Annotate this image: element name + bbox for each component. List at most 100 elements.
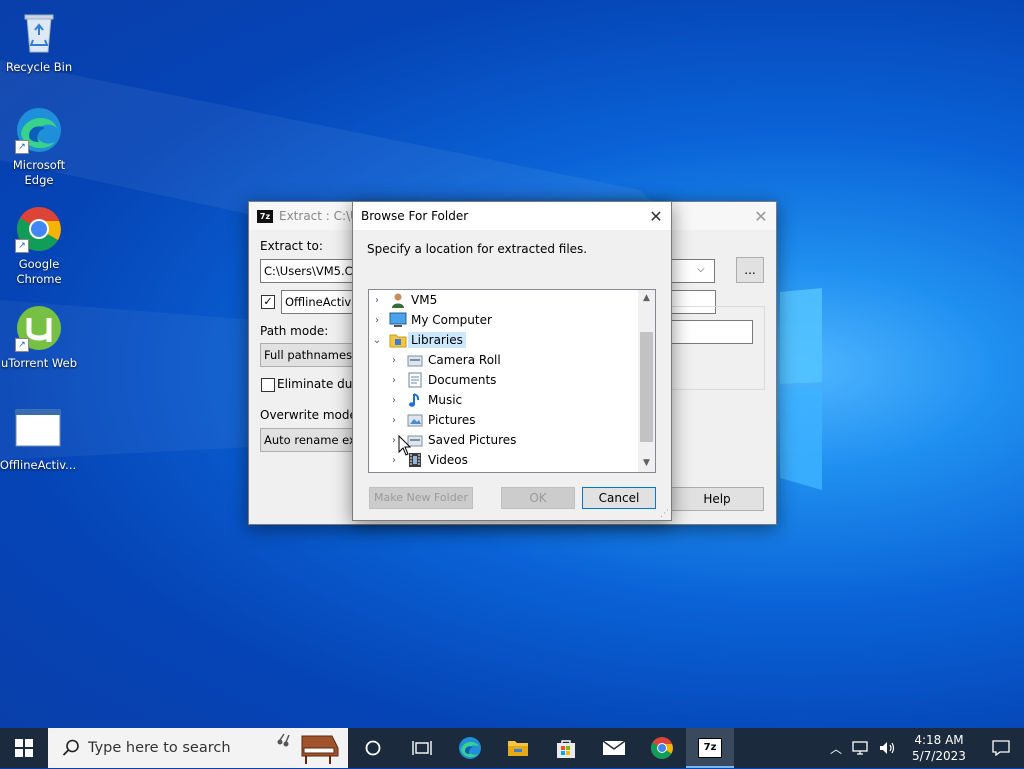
tree-item-my-computer[interactable]: › My Computer	[369, 310, 492, 330]
scrollbar-thumb[interactable]	[640, 332, 653, 442]
desktop-icon-label: uTorrent Web	[1, 356, 77, 370]
libraries-folder-icon	[389, 332, 407, 348]
tree-item-label: Saved Pictures	[428, 433, 517, 447]
user-icon	[389, 292, 407, 308]
tree-item-label: Libraries	[408, 332, 466, 348]
windows-logo-icon	[15, 739, 33, 757]
tree-item-camera-roll[interactable]: › Camera Roll	[388, 350, 501, 370]
chevron-right-icon[interactable]: ›	[371, 315, 383, 326]
desktop-icon-offlineactivation[interactable]: OfflineActiv...	[0, 406, 78, 473]
shortcut-arrow-icon: ↗	[15, 338, 29, 352]
tree-item-pictures[interactable]: › Pictures	[388, 410, 476, 430]
chrome-icon: ↗	[15, 205, 63, 253]
taskbar: Type here to search 7z ︿ 4:18 AM 5/7/202…	[0, 728, 1024, 768]
blank-file-icon	[14, 406, 62, 454]
desktop-icon-chrome[interactable]: ↗ Google Chrome	[0, 205, 79, 287]
path-mode-label: Path mode:	[260, 324, 329, 338]
7zip-icon: 7z	[257, 209, 273, 223]
taskbar-7zip[interactable]: 7z	[686, 728, 734, 768]
extract-to-label: Extract to:	[260, 239, 323, 253]
shortcut-arrow-icon: ↗	[15, 239, 29, 253]
taskbar-store[interactable]	[542, 728, 590, 768]
tree-item-documents[interactable]: › Documents	[388, 370, 496, 390]
close-icon[interactable]: ✕	[641, 202, 671, 230]
overwrite-mode-label: Overwrite mode:	[260, 408, 361, 422]
desktop-icon-utorrent[interactable]: ↗ uTorrent Web	[0, 304, 79, 371]
start-button[interactable]	[0, 728, 48, 768]
chevron-right-icon[interactable]: ›	[371, 295, 383, 306]
chevron-right-icon[interactable]: ›	[388, 355, 400, 366]
chevron-right-icon[interactable]: ›	[388, 415, 400, 426]
taskbar-edge[interactable]	[446, 728, 494, 768]
chevron-right-icon[interactable]: ›	[388, 375, 400, 386]
search-placeholder: Type here to search	[88, 740, 231, 756]
shortcut-arrow-icon: ↗	[15, 140, 29, 154]
help-button[interactable]: Help	[670, 487, 764, 511]
system-tray: ︿ 4:18 AM 5/7/2023	[824, 728, 1024, 768]
tree-item-label: Documents	[428, 373, 497, 387]
scroll-down-icon[interactable]: ▼	[638, 455, 655, 472]
network-icon[interactable]	[852, 740, 870, 756]
chevron-up-icon[interactable]: ︿	[824, 740, 848, 757]
resize-grip-icon[interactable]: ⋰	[660, 509, 669, 519]
recycle-bin-icon	[15, 8, 63, 56]
scroll-up-icon[interactable]: ▲	[638, 290, 655, 307]
taskbar-file-explorer[interactable]	[494, 728, 542, 768]
chevron-down-icon[interactable]: ⌄	[371, 335, 383, 346]
browse-for-folder-dialog: Browse For Folder ✕ Specify a location f…	[352, 201, 672, 521]
chrome-icon	[651, 737, 673, 759]
cortana-button[interactable]	[348, 728, 398, 768]
browse-titlebar: Browse For Folder ✕	[353, 202, 671, 230]
browse-instruction: Specify a location for extracted files.	[367, 242, 588, 256]
clock-time: 4:18 AM	[914, 733, 964, 747]
tree-item-label: Videos	[428, 453, 468, 467]
tree-item-music[interactable]: › Music	[388, 390, 462, 410]
close-icon[interactable]: ✕	[746, 202, 776, 230]
tree-item-label: Pictures	[428, 413, 476, 427]
subfolder-checkbox[interactable]: ✓	[261, 295, 275, 309]
notification-icon	[992, 740, 1010, 756]
tree-item-label: VM5	[411, 293, 438, 307]
tree-scrollbar[interactable]: ▲ ▼	[638, 290, 655, 472]
browse-title: Browse For Folder	[361, 209, 469, 223]
task-view-button[interactable]	[398, 728, 446, 768]
make-new-folder-button[interactable]: Make New Folder	[369, 487, 473, 509]
tree-item-label: Camera Roll	[428, 353, 501, 367]
mail-icon	[602, 740, 626, 755]
ok-button[interactable]: OK	[501, 487, 575, 509]
music-icon	[406, 392, 424, 408]
mouse-cursor-icon	[398, 435, 412, 456]
chevron-right-icon[interactable]: ›	[388, 395, 400, 406]
eliminate-duplicates-checkbox[interactable]	[261, 378, 275, 392]
documents-icon	[406, 372, 424, 388]
desktop-icon-label: OfflineActiv...	[0, 458, 77, 472]
clock-date: 5/7/2023	[912, 749, 966, 763]
task-view-icon	[412, 741, 432, 755]
taskbar-mail[interactable]	[590, 728, 638, 768]
password-group	[667, 306, 765, 390]
clock[interactable]: 4:18 AM 5/7/2023	[900, 732, 978, 764]
desktop-icon-edge[interactable]: ↗ Microsoft Edge	[0, 106, 79, 188]
desktop-icon-recycle-bin[interactable]: Recycle Bin	[0, 8, 79, 75]
desktop-icon-label: Microsoft Edge	[12, 158, 66, 187]
taskbar-search-box[interactable]: Type here to search	[48, 728, 348, 768]
notification-button[interactable]	[978, 728, 1024, 768]
edge-icon: ↗	[15, 106, 63, 154]
volume-icon[interactable]	[878, 740, 896, 756]
piano-icon	[272, 730, 344, 766]
taskbar-chrome[interactable]	[638, 728, 686, 768]
cancel-button[interactable]: Cancel	[582, 487, 656, 509]
browse-button[interactable]: ...	[736, 257, 764, 283]
chevron-down-icon[interactable]: ⌵	[697, 264, 705, 275]
computer-icon	[389, 312, 407, 328]
library-icon	[406, 352, 424, 368]
tree-item-vm5[interactable]: › VM5	[369, 290, 437, 310]
desktop-icon-label: Recycle Bin	[5, 60, 73, 74]
cortana-icon	[365, 740, 381, 756]
file-explorer-icon	[508, 741, 528, 756]
tree-item-libraries[interactable]: ⌄ Libraries	[369, 330, 466, 350]
desktop-icon-label: Google Chrome	[16, 257, 62, 286]
tree-item-label: My Computer	[411, 313, 492, 327]
utorrent-icon: ↗	[15, 304, 63, 352]
tree-item-label: Music	[428, 393, 463, 407]
